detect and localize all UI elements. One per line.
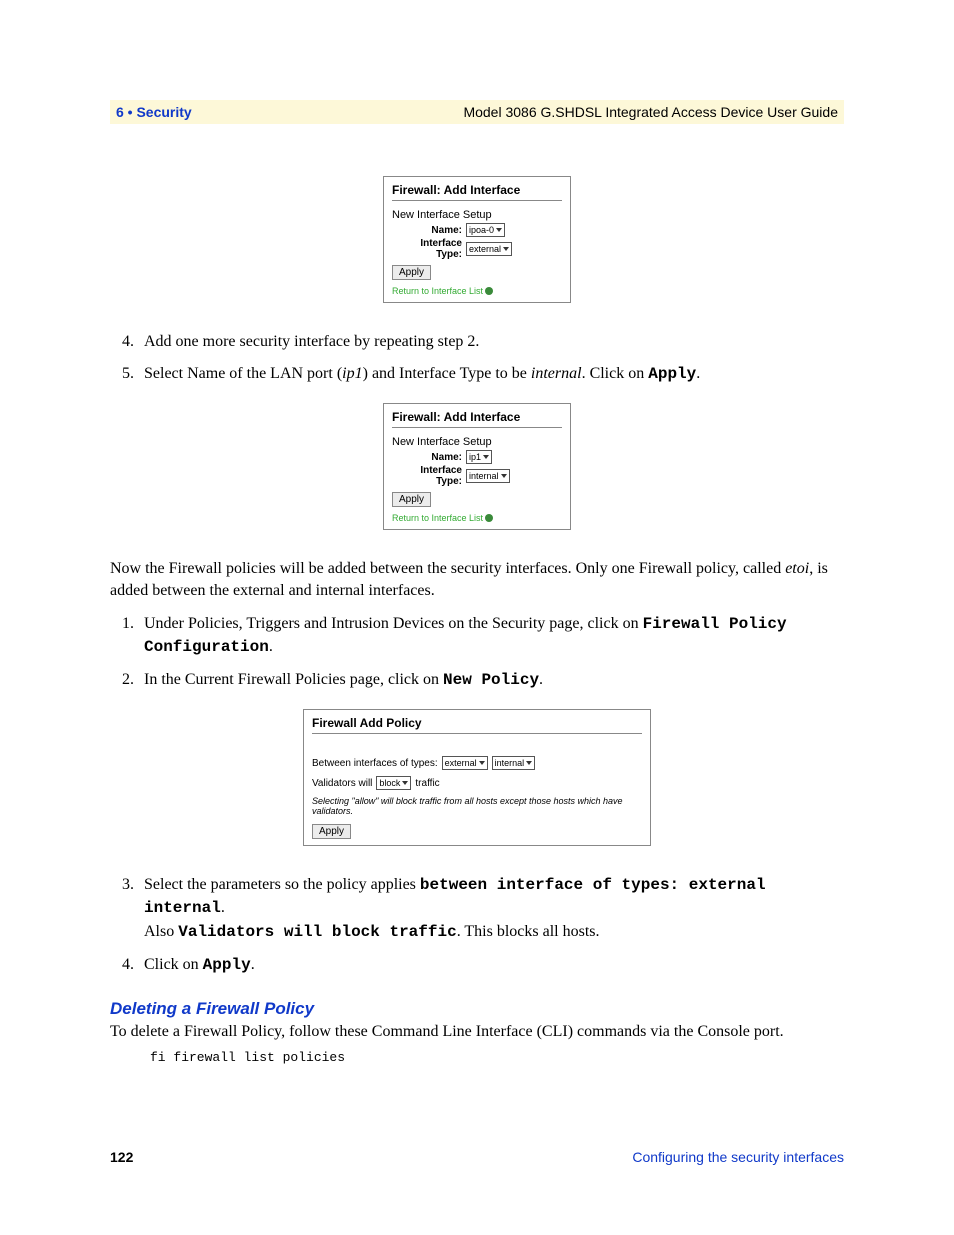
steps-list-a: Add one more security interface by repea…	[110, 331, 844, 385]
chevron-down-icon	[526, 761, 532, 765]
figure2-return-link[interactable]: Return to Interface List	[392, 513, 562, 523]
chevron-down-icon	[503, 247, 509, 251]
step-4-text: Add one more security interface by repea…	[144, 333, 479, 350]
figure2-name-label: Name:	[392, 452, 466, 463]
page-number: 122	[110, 1149, 133, 1165]
figure2-name-value: ip1	[469, 452, 481, 462]
para1a: Now the Firewall policies will be added …	[110, 560, 785, 577]
figure2-apply-button[interactable]: Apply	[392, 492, 431, 507]
cli-command: fi firewall list policies	[150, 1050, 844, 1065]
figure2-type-value: internal	[469, 471, 499, 481]
pol3e: Validators will block traffic	[178, 923, 456, 941]
chevron-down-icon	[479, 761, 485, 765]
figure1-name-select[interactable]: ipoa-0	[466, 223, 505, 237]
figure1-title: Firewall: Add Interface	[392, 183, 562, 201]
policy-step-1: Under Policies, Triggers and Intrusion D…	[138, 613, 844, 658]
pol2a: In the Current Firewall Policies page, c…	[144, 671, 443, 688]
pol4c: .	[251, 956, 255, 973]
figure3-type1-value: external	[445, 758, 477, 768]
figure3-validators-pre: Validators will	[312, 778, 372, 789]
figure3-validators-post: traffic	[415, 778, 439, 789]
pol4a: Click on	[144, 956, 203, 973]
chapter-label: 6 • Security	[116, 104, 192, 120]
figure2-return-text: Return to Interface List	[392, 513, 483, 523]
chevron-down-icon	[402, 781, 408, 785]
pol3c: .	[221, 899, 225, 916]
step-5-apply: Apply	[648, 365, 696, 383]
figure3-type2-select[interactable]: internal	[492, 756, 536, 770]
arrow-icon	[485, 514, 493, 522]
pol2b: New Policy	[443, 671, 539, 689]
pol4b: Apply	[203, 956, 251, 974]
document-title: Model 3086 G.SHDSL Integrated Access Dev…	[463, 104, 838, 120]
step-4: Add one more security interface by repea…	[138, 331, 844, 353]
page-footer: 122 Configuring the security interfaces	[110, 1149, 844, 1165]
step-5-mid: ) and Interface Type to be	[363, 365, 531, 382]
figure1-subtitle: New Interface Setup	[392, 209, 562, 221]
figure3-validators-select[interactable]: block	[376, 776, 411, 790]
figure2-name-select[interactable]: ip1	[466, 450, 492, 464]
policy-step-4: Click on Apply.	[138, 954, 844, 977]
figure3-title: Firewall Add Policy	[312, 716, 642, 734]
step-5: Select Name of the LAN port (ip1) and In…	[138, 363, 844, 386]
figure3-type1-select[interactable]: external	[442, 756, 488, 770]
chevron-down-icon	[496, 228, 502, 232]
step-5-ip: ip1	[342, 365, 362, 382]
figure-add-policy: Firewall Add Policy Between interfaces o…	[303, 709, 651, 846]
figure2-type-label: Interface Type:	[392, 465, 466, 487]
figure-add-interface-external: Firewall: Add Interface New Interface Se…	[383, 176, 571, 303]
figure1-name-label: Name:	[392, 225, 466, 236]
chevron-down-icon	[501, 474, 507, 478]
figure3-note: Selecting "allow" will block traffic fro…	[312, 796, 642, 816]
figure3-type2-value: internal	[495, 758, 525, 768]
figure1-name-value: ipoa-0	[469, 225, 494, 235]
page-header: 6 • Security Model 3086 G.SHDSL Integrat…	[110, 100, 844, 124]
pol3a: Select the parameters so the policy appl…	[144, 876, 420, 893]
para1-etoi: etoi	[785, 560, 809, 577]
figure1-return-text: Return to Interface List	[392, 286, 483, 296]
figure1-type-select[interactable]: external	[466, 242, 512, 256]
figure1-type-value: external	[469, 244, 501, 254]
pol2c: .	[539, 671, 543, 688]
section-heading-delete: Deleting a Firewall Policy	[110, 999, 844, 1019]
figure2-title: Firewall: Add Interface	[392, 410, 562, 428]
policy-step-3: Select the parameters so the policy appl…	[138, 874, 844, 944]
figure3-apply-button[interactable]: Apply	[312, 824, 351, 839]
step-5-post: . Click on	[582, 365, 649, 382]
step-5-end: .	[696, 365, 700, 382]
figure1-apply-button[interactable]: Apply	[392, 265, 431, 280]
step-5-internal: internal	[531, 365, 582, 382]
delete-intro: To delete a Firewall Policy, follow thes…	[110, 1021, 844, 1043]
arrow-icon	[485, 287, 493, 295]
figure2-type-select[interactable]: internal	[466, 469, 510, 483]
chevron-down-icon	[483, 455, 489, 459]
figure-add-interface-internal: Firewall: Add Interface New Interface Se…	[383, 403, 571, 530]
step-5-pre: Select Name of the LAN port (	[144, 365, 342, 382]
pol3f: . This blocks all hosts.	[457, 923, 600, 940]
policy-steps-list-b: Select the parameters so the policy appl…	[110, 874, 844, 976]
policy-step-2: In the Current Firewall Policies page, c…	[138, 669, 844, 692]
footer-section: Configuring the security interfaces	[632, 1149, 844, 1165]
pol1c: .	[269, 638, 273, 655]
firewall-policy-intro: Now the Firewall policies will be added …	[110, 558, 844, 601]
figure1-type-label: Interface Type:	[392, 238, 466, 260]
figure2-subtitle: New Interface Setup	[392, 436, 562, 448]
pol1a: Under Policies, Triggers and Intrusion D…	[144, 615, 643, 632]
policy-steps-list-a: Under Policies, Triggers and Intrusion D…	[110, 613, 844, 691]
figure3-between-label: Between interfaces of types:	[312, 758, 438, 769]
figure1-return-link[interactable]: Return to Interface List	[392, 286, 562, 296]
figure3-validators-value: block	[379, 778, 400, 788]
pol3d: Also	[144, 923, 178, 940]
